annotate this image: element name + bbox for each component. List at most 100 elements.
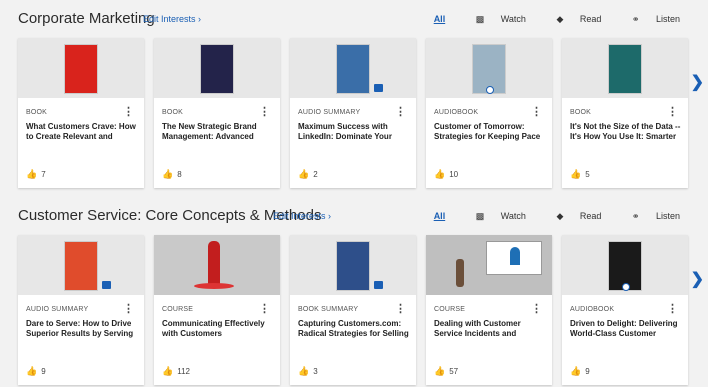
audio-badge-icon [374,281,383,289]
book-cover [608,44,642,94]
filter-read[interactable]: ◆ Read [542,14,601,24]
thumbs-up-icon: 👍 [162,366,174,376]
likes-count[interactable]: 👍 112 [162,366,190,377]
content-card[interactable]: BOOK ⋮ It's Not the Size of the Data -- … [562,38,688,188]
more-options-icon[interactable]: ⋮ [531,105,542,118]
card-title[interactable]: Dare to Serve: How to Drive Superior Res… [26,319,138,339]
filter-listen[interactable]: ⚭ Listen [618,211,680,221]
more-options-icon[interactable]: ⋮ [395,302,406,315]
likes-count[interactable]: 👍 3 [298,366,318,377]
card-thumbnail [562,235,688,295]
next-arrow-icon[interactable]: ❯ [691,269,704,289]
content-type: BOOK SUMMARY [298,306,359,313]
book-cover [64,44,98,94]
filter-bar: All ▩ Watch ◆ Read ⚭ Listen [420,211,680,222]
filter-watch[interactable]: ▩ Watch [462,211,526,221]
card-title[interactable]: The New Strategic Brand Management: Adva… [162,122,274,142]
content-type: BOOK [162,109,184,116]
book-cover [336,44,370,94]
filter-read[interactable]: ◆ Read [542,211,601,221]
next-arrow-icon[interactable]: ❯ [691,72,704,92]
card-title[interactable]: Dealing with Customer Service Incidents … [434,319,546,339]
thumbs-up-icon: 👍 [570,366,582,376]
filter-all[interactable]: All [434,14,446,24]
content-type: COURSE [162,306,194,313]
card-thumbnail [290,235,416,295]
more-options-icon[interactable]: ⋮ [531,302,542,315]
thumbs-up-icon: 👍 [570,169,582,179]
headphones-icon: ⚭ [631,211,640,221]
card-title[interactable]: Customer of Tomorrow: Strategies for Kee… [434,122,546,142]
likes-count[interactable]: 👍 5 [570,169,590,180]
content-card[interactable]: AUDIO SUMMARY ⋮ Maximum Success with Lin… [290,38,416,188]
card-title[interactable]: It's Not the Size of the Data -- It's Ho… [570,122,682,142]
content-type: COURSE [434,306,466,313]
card-title[interactable]: Driven to Delight: Delivering World-Clas… [570,319,682,339]
content-type: AUDIOBOOK [434,109,479,116]
more-options-icon[interactable]: ⋮ [667,105,678,118]
stage-platform [194,283,234,289]
content-card[interactable]: AUDIO SUMMARY ⋮ Dare to Serve: How to Dr… [18,235,144,385]
presenter-figure [456,259,464,287]
section-header: Corporate Marketing Edit Interests › All… [18,10,688,30]
headphones-badge-icon [622,283,630,291]
thumbs-up-icon: 👍 [298,366,310,376]
content-card[interactable]: BOOK ⋮ What Customers Crave: How to Crea… [18,38,144,188]
likes-count[interactable]: 👍 10 [434,169,458,180]
thumbs-up-icon: 👍 [26,366,38,376]
content-card[interactable]: COURSE ⋮ Communicating Effectively with … [154,235,280,385]
content-card[interactable]: COURSE ⋮ Dealing with Customer Service I… [426,235,552,385]
headphones-badge-icon [486,86,494,94]
book-cover [336,241,370,291]
more-options-icon[interactable]: ⋮ [395,105,406,118]
thumbs-up-icon: 👍 [162,169,174,179]
card-thumbnail [562,38,688,98]
card-thumbnail [18,235,144,295]
content-card[interactable]: AUDIOBOOK ⋮ Customer of Tomorrow: Strate… [426,38,552,188]
audio-badge-icon [374,84,383,92]
content-type: AUDIOBOOK [570,306,615,313]
content-card[interactable]: BOOK ⋮ The New Strategic Brand Managemen… [154,38,280,188]
thumbs-up-icon: 👍 [26,169,38,179]
card-thumbnail [18,38,144,98]
read-icon: ◆ [556,14,564,24]
edit-interests-link[interactable]: Edit Interests › [273,211,331,221]
book-cover [64,241,98,291]
thumbs-up-icon: 👍 [434,169,446,179]
content-type: BOOK [26,109,48,116]
more-options-icon[interactable]: ⋮ [667,302,678,315]
card-title[interactable]: Maximum Success with LinkedIn: Dominate … [298,122,410,142]
content-card[interactable]: AUDIOBOOK ⋮ Driven to Delight: Deliverin… [562,235,688,385]
edit-interests-link[interactable]: Edit Interests › [143,14,201,24]
audio-badge-icon [102,281,111,289]
filter-listen[interactable]: ⚭ Listen [618,14,680,24]
filter-bar: All ▩ Watch ◆ Read ⚭ Listen [420,14,680,25]
more-options-icon[interactable]: ⋮ [259,302,270,315]
watch-icon: ▩ [475,14,485,24]
card-title[interactable]: What Customers Crave: How to Create Rele… [26,122,138,142]
watch-icon: ▩ [475,211,485,221]
card-thumbnail [426,235,552,295]
likes-count[interactable]: 👍 7 [26,169,46,180]
filter-all[interactable]: All [434,211,446,221]
section-header: Customer Service: Core Concepts & Method… [18,207,688,227]
card-title[interactable]: Communicating Effectively with Customers [162,319,274,339]
likes-count[interactable]: 👍 57 [434,366,458,377]
likes-count[interactable]: 👍 8 [162,169,182,180]
card-title[interactable]: Capturing Customers.com: Radical Strateg… [298,319,410,339]
more-options-icon[interactable]: ⋮ [123,105,134,118]
likes-count[interactable]: 👍 9 [570,366,590,377]
more-options-icon[interactable]: ⋮ [259,105,270,118]
filter-watch[interactable]: ▩ Watch [462,14,526,24]
more-options-icon[interactable]: ⋮ [123,302,134,315]
content-card[interactable]: BOOK SUMMARY ⋮ Capturing Customers.com: … [290,235,416,385]
content-type: AUDIO SUMMARY [26,306,89,313]
presenter-figure [208,241,220,285]
read-icon: ◆ [556,211,564,221]
thumbs-up-icon: 👍 [298,169,310,179]
book-cover [200,44,234,94]
avatar-figure [510,247,520,265]
content-type: BOOK [570,109,592,116]
likes-count[interactable]: 👍 9 [26,366,46,377]
likes-count[interactable]: 👍 2 [298,169,318,180]
